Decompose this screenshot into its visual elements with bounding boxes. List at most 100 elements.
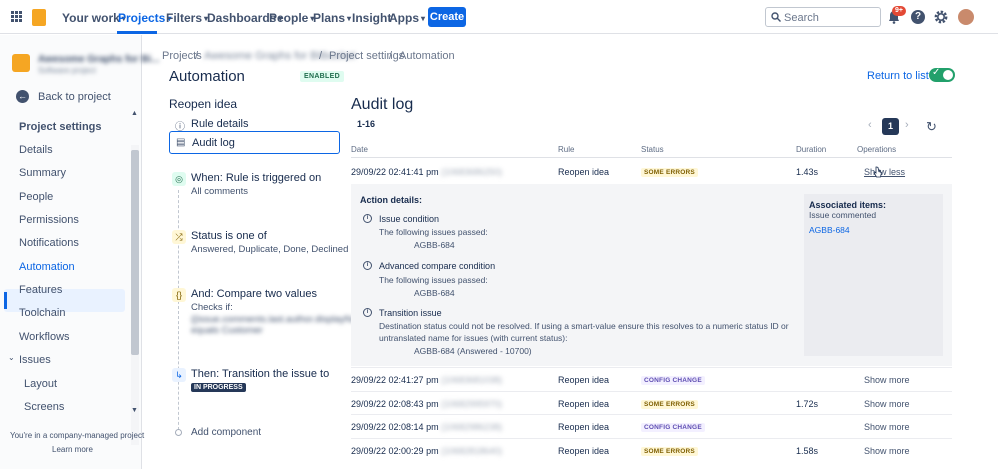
page-title: Automation xyxy=(169,68,245,85)
nav-apps[interactable]: Apps ▾ xyxy=(389,11,425,25)
step-title: When: Rule is triggered on xyxy=(191,172,322,184)
sidebar-item-people[interactable]: People xyxy=(19,191,53,203)
audit-log-label: Audit log xyxy=(192,137,235,149)
chevron-down-icon: ▾ xyxy=(347,14,352,23)
status-badge: SOME ERRORS xyxy=(641,447,698,456)
page-current[interactable]: 1 xyxy=(882,118,899,135)
sidebar-item-issues[interactable]: Issues xyxy=(19,354,51,366)
user-avatar[interactable] xyxy=(958,9,974,25)
nav-filters-label: Filters xyxy=(166,11,203,25)
column-header-rule: Rule xyxy=(558,145,575,154)
row-rule: Reopen idea xyxy=(558,422,610,432)
settings-gear-icon[interactable] xyxy=(934,10,948,24)
show-more-button[interactable]: Show more xyxy=(864,375,910,385)
nav-plans[interactable]: Plans ▾ xyxy=(313,11,351,25)
detail-text: untranslated name for issues (with curre… xyxy=(379,333,568,343)
learn-more-link[interactable]: Learn more xyxy=(52,445,93,454)
enabled-badge: ENABLED xyxy=(300,71,344,82)
execution-id: (10682995970) xyxy=(441,399,503,409)
sidebar-item-features[interactable]: Features xyxy=(19,284,62,296)
row-date: 29/09/22 02:08:43 pm (10682995970) xyxy=(351,399,502,409)
step-subtitle: Checks if: xyxy=(191,302,233,313)
date-text: 29/09/22 02:41:41 pm xyxy=(351,167,439,177)
breadcrumb-separator: / xyxy=(389,50,393,62)
scroll-down-icon[interactable]: ▼ xyxy=(131,407,138,414)
nav-insight[interactable]: Insight xyxy=(352,11,391,25)
search-icon xyxy=(771,12,781,22)
chevron-down-icon[interactable]: ⌄ xyxy=(8,353,15,362)
scroll-up-icon[interactable]: ▲ xyxy=(131,110,138,117)
sidebar-item-notifications[interactable]: Notifications xyxy=(19,237,79,249)
sidebar-item-details[interactable]: Details xyxy=(19,144,53,156)
sidebar-item-automation[interactable]: Automation xyxy=(19,261,75,273)
nav-people[interactable]: People ▾ xyxy=(269,11,314,25)
sidebar-item-toolchain[interactable]: Toolchain xyxy=(19,307,65,319)
refresh-icon[interactable]: ↻ xyxy=(926,119,937,135)
breadcrumb-separator: / xyxy=(195,50,199,62)
breadcrumb-separator: / xyxy=(319,50,323,62)
action-details-heading: Action details: xyxy=(360,195,423,205)
show-more-button[interactable]: Show more xyxy=(864,446,910,456)
active-item-bar xyxy=(4,292,7,309)
detail-title: Transition issue xyxy=(379,308,442,318)
detail-title: Issue condition xyxy=(379,214,440,224)
show-less-button[interactable]: Show less xyxy=(864,167,905,177)
nav-filters[interactable]: Filters ▾ xyxy=(166,11,208,25)
detail-issue: AGBB-684 xyxy=(414,288,455,298)
back-to-project-link[interactable]: Back to project xyxy=(38,91,111,103)
sidebar-item-workflows[interactable]: Workflows xyxy=(19,331,70,343)
sidebar-item-screens[interactable]: Screens xyxy=(24,401,64,413)
comment-trigger-icon: ◎ xyxy=(172,172,186,186)
chevron-right-icon[interactable]: › xyxy=(905,119,909,131)
row-duration: 1.43s xyxy=(796,167,819,177)
project-settings-heading: Project settings xyxy=(19,121,102,133)
step-subtitle: All comments xyxy=(191,186,249,197)
sidebar-scroll-thumb[interactable] xyxy=(131,150,139,355)
trigger-step[interactable]: ◎ When: Rule is triggered on All comment… xyxy=(172,172,332,202)
help-icon[interactable]: ? xyxy=(911,10,925,24)
associated-items-sub: Issue commented xyxy=(809,210,877,220)
info-icon: i xyxy=(363,261,372,270)
toggle-knob xyxy=(943,70,953,80)
sidebar-item-summary[interactable]: Summary xyxy=(19,167,66,179)
condition-step-status[interactable]: ⤮ Status is one of Answered, Duplicate, … xyxy=(172,230,348,260)
search-input[interactable]: Search xyxy=(765,7,881,27)
breadcrumb-automation[interactable]: Automation xyxy=(399,50,455,62)
app-switcher-icon[interactable] xyxy=(11,11,22,22)
associated-issue-link[interactable]: AGBB-684 xyxy=(809,225,850,235)
status-badge: SOME ERRORS xyxy=(641,168,698,177)
rule-enabled-toggle[interactable]: ✓ xyxy=(929,67,955,82)
project-name: Awesome Graphs for Bi... xyxy=(38,54,160,65)
breadcrumb-settings[interactable]: Project settings xyxy=(329,50,404,62)
nav-your-work[interactable]: Your work ▾ xyxy=(62,11,126,25)
project-type: Software project xyxy=(38,66,96,75)
info-icon: i xyxy=(363,214,372,223)
row-rule: Reopen idea xyxy=(558,399,610,409)
sidebar-item-permissions[interactable]: Permissions xyxy=(19,214,79,226)
jira-logo[interactable] xyxy=(32,9,46,26)
add-component-dot xyxy=(175,429,182,436)
execution-id: (10683681038) xyxy=(441,375,503,385)
add-component-link[interactable]: Add component xyxy=(191,427,261,438)
show-more-button[interactable]: Show more xyxy=(864,422,910,432)
associated-items-heading: Associated items: xyxy=(809,200,887,210)
date-text: 29/09/22 02:08:14 pm xyxy=(351,422,439,432)
date-text: 29/09/22 02:00:29 pm xyxy=(351,446,439,456)
sidebar-item-layout[interactable]: Layout xyxy=(24,378,57,390)
return-to-list-link[interactable]: Return to list xyxy=(867,70,929,82)
detail-text: The following issues passed: xyxy=(379,227,488,237)
execution-id: (10682986238) xyxy=(441,422,503,432)
step-detail: {{issue.comments.last.author.displayName… xyxy=(191,314,377,336)
audit-log-tab[interactable]: ▤ Audit log xyxy=(169,131,340,154)
rule-name: Reopen idea xyxy=(169,97,238,111)
info-icon: i xyxy=(363,308,372,317)
step-title: Then: Transition the issue to xyxy=(191,368,330,380)
chevron-left-icon[interactable]: ‹ xyxy=(868,119,872,131)
create-button[interactable]: Create xyxy=(428,7,466,27)
condition-step-compare[interactable]: {} And: Compare two values Checks if: {{… xyxy=(172,288,377,336)
nav-dashboards-label: Dashboards xyxy=(207,11,277,25)
braces-condition-icon: {} xyxy=(172,288,186,302)
row-divider xyxy=(351,438,952,439)
show-more-button[interactable]: Show more xyxy=(864,399,910,409)
nav-projects[interactable]: Projects ▾ xyxy=(118,11,171,25)
